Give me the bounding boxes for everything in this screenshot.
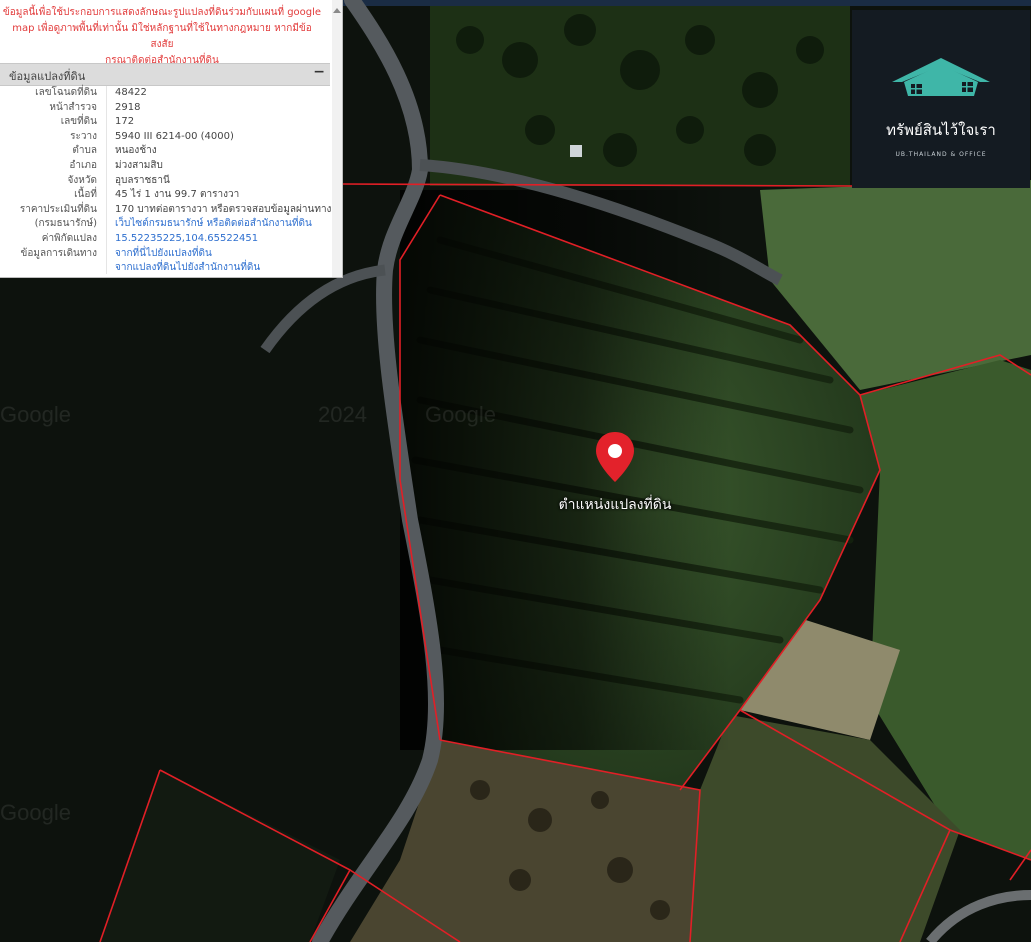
table-row: เนื้อที่ 45 ไร่ 1 งาน 99.7 ตารางวา: [0, 188, 330, 203]
table-row: ระวาง 5940 III 6214-00 (4000): [0, 130, 330, 145]
row-label: อำเภอ: [69, 159, 97, 171]
row-label: ราคาประเมินที่ดิน: [19, 203, 97, 215]
brand-name: ทรัพย์สินไว้ใจเรา: [886, 121, 996, 139]
row-label: ตำบล: [72, 145, 97, 157]
row-label: เนื้อที่: [74, 189, 97, 201]
map-watermark: Google: [0, 402, 71, 427]
brand-logo: ทรัพย์สินไว้ใจเรา UB.THAILAND & OFFICE: [852, 10, 1030, 188]
row-value: อุบลราชธานี: [115, 174, 170, 186]
disclaimer-line: ข้อมูลนี้เพื่อใช้ประกอบการแสดงลักษณะรูปแ…: [2, 7, 322, 18]
table-row: เลขที่ดิน 172: [0, 115, 330, 130]
map-pin-icon[interactable]: [594, 431, 636, 483]
disclaimer-text: ข้อมูลนี้เพื่อใช้ประกอบการแสดงลักษณะรูปแ…: [2, 5, 322, 69]
row-label: ค่าพิกัดแปลง: [41, 232, 97, 244]
row-label: จังหวัด: [67, 174, 97, 186]
map-watermark: Google: [425, 402, 496, 427]
row-value: 2918: [115, 101, 141, 113]
row-value: 5940 III 6214-00 (4000): [115, 130, 234, 142]
directions-to-office-link[interactable]: จากแปลงที่ดินไปยังสำนักงานที่ดิน: [115, 261, 260, 276]
parcel-section-header[interactable]: ข้อมูลแปลงที่ดิน −: [0, 63, 330, 86]
map-watermark: Google: [0, 800, 71, 825]
disclaimer-line: map เพื่อดูภาพพื้นที่เท่านั้น มิใช่หลักฐ…: [12, 23, 312, 50]
row-value: 45 ไร่ 1 งาน 99.7 ตารางวา: [115, 189, 240, 201]
map-watermark-year: 2024: [318, 402, 367, 427]
collapse-button[interactable]: −: [313, 64, 325, 80]
row-value: 170 บาทต่อตารางวา หรือตรวจสอบข้อมูลผ่านท…: [115, 203, 332, 215]
row-value: ม่วงสามสิบ: [115, 159, 163, 171]
table-row: หน้าสำรวจ 2918: [0, 101, 330, 116]
table-row: จากแปลงที่ดินไปยังสำนักงานที่ดิน: [0, 261, 330, 276]
directions-to-parcel-link[interactable]: จากที่นี่ไปยังแปลงที่ดิน: [115, 247, 212, 262]
row-label: ระวาง: [70, 130, 97, 142]
row-value: 48422: [115, 87, 147, 98]
table-row: ตำบล หนองช้าง: [0, 144, 330, 159]
parcel-info-panel: ข้อมูลนี้เพื่อใช้ประกอบการแสดงลักษณะรูปแ…: [0, 0, 343, 278]
row-label: หน้าสำรวจ: [49, 101, 97, 113]
treasury-website-link[interactable]: เว็บไซต์กรมธนารักษ์ หรือติดต่อสำนักงานที…: [115, 217, 312, 232]
section-title: ข้อมูลแปลงที่ดิน: [9, 70, 86, 83]
table-row: ข้อมูลการเดินทาง จากที่นี่ไปยังแปลงที่ดิน: [0, 247, 330, 262]
row-label: เลขโฉนดที่ดิน: [35, 87, 97, 98]
brand-subtitle: UB.THAILAND & OFFICE: [895, 151, 987, 158]
row-label: เลขที่ดิน: [60, 116, 97, 128]
parcel-details-table: เลขโฉนดที่ดิน 48422 หน้าสำรวจ 2918 เลขที่ด…: [0, 86, 332, 276]
table-row: อำเภอ ม่วงสามสิบ: [0, 159, 330, 174]
row-label: ข้อมูลการเดินทาง: [20, 247, 97, 259]
table-row: ค่าพิกัดแปลง 15.52235225,104.65522451: [0, 232, 330, 247]
table-row: เลขโฉนดที่ดิน 48422: [0, 86, 330, 101]
row-value: 172: [115, 116, 135, 128]
house-roof-icon: [892, 58, 990, 96]
scroll-up-arrow-icon[interactable]: [333, 8, 341, 13]
table-row: จังหวัด อุบลราชธานี: [0, 174, 330, 189]
row-value: หนองช้าง: [115, 145, 157, 157]
panel-scrollbar[interactable]: [332, 0, 342, 277]
row-label: (กรมธนารักษ์): [34, 218, 97, 230]
coordinates-link[interactable]: 15.52235225,104.65522451: [115, 232, 258, 247]
table-row: (กรมธนารักษ์) เว็บไซต์กรมธนารักษ์ หรือติด…: [0, 217, 330, 232]
marker-label: ตำแหน่งแปลงที่ดิน: [558, 497, 672, 513]
table-row: ราคาประเมินที่ดิน 170 บาทต่อตารางวา หรือต…: [0, 203, 332, 218]
